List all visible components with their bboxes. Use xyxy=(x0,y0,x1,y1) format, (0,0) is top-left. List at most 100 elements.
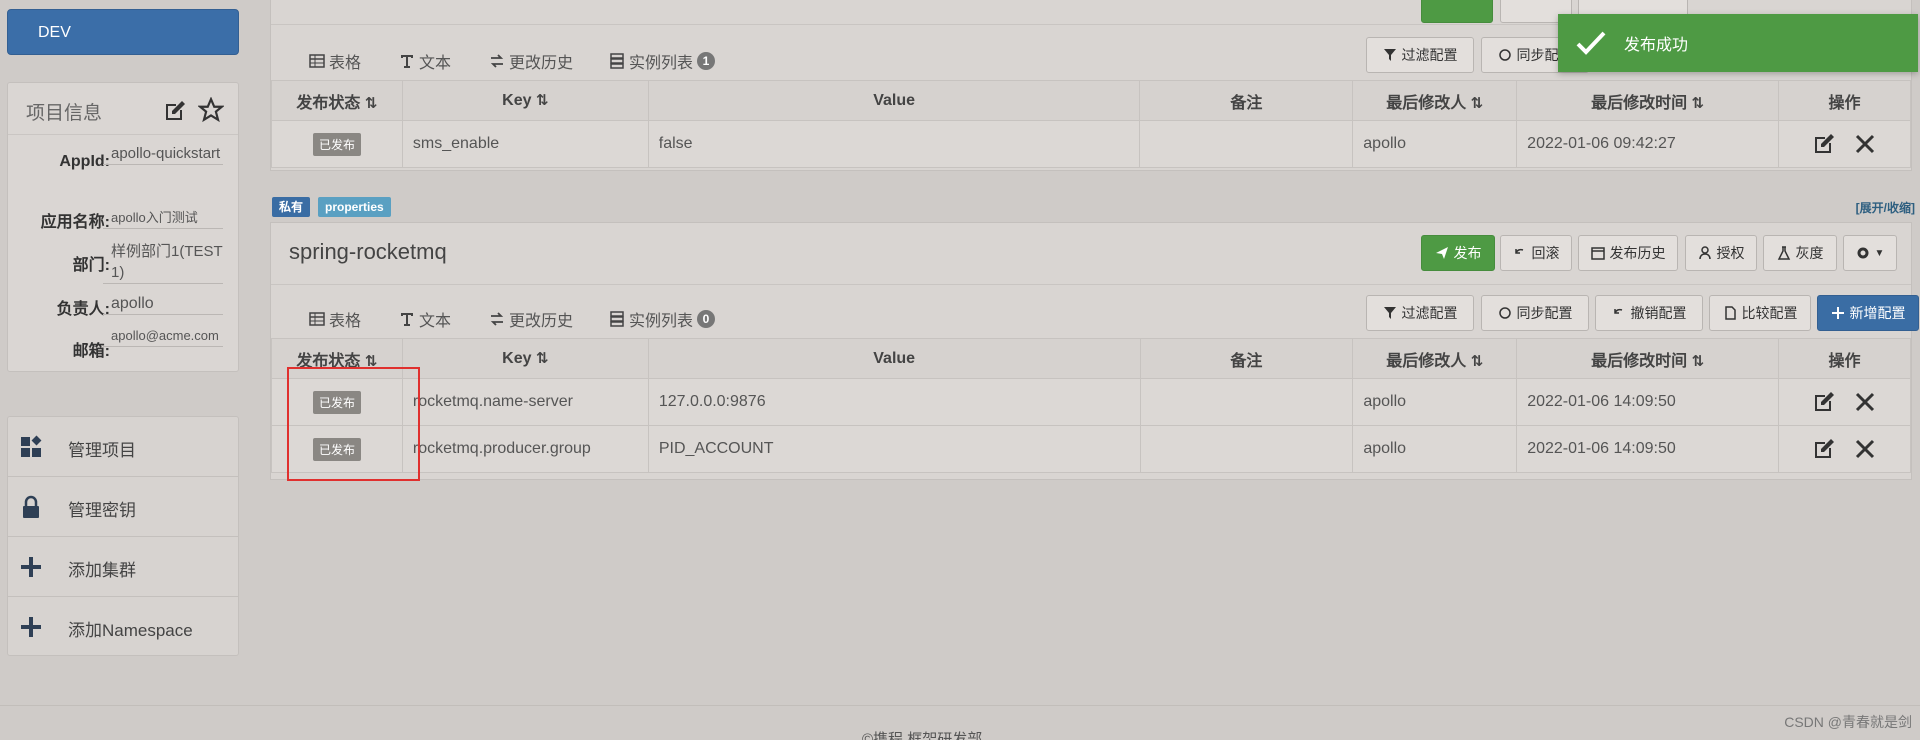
instance-count-badge: 0 xyxy=(697,310,716,328)
gray-release-button[interactable]: 灰度 xyxy=(1763,235,1837,271)
plus-icon xyxy=(21,557,41,577)
table-row: 已发布 rocketmq.name-server 127.0.0.0:9876 … xyxy=(271,378,1911,426)
expand-collapse-link[interactable]: [展开/收缩] xyxy=(1856,199,1915,216)
revoke-config-button[interactable]: 撤销配置 xyxy=(1595,295,1703,331)
email-value: apollo@acme.com xyxy=(103,325,223,347)
column-header-status[interactable]: 发布状态 ⇅ xyxy=(271,80,403,121)
menu-label: 添加Namespace xyxy=(68,621,193,640)
column-header-key[interactable]: Key ⇅ xyxy=(401,338,649,379)
edit-icon[interactable] xyxy=(1812,390,1836,414)
published-badge: 已发布 xyxy=(312,132,361,156)
column-header-value: Value xyxy=(647,338,1141,379)
time-cell: 2022-01-06 14:09:50 xyxy=(1516,425,1780,473)
sort-icon: ⇅ xyxy=(535,350,549,367)
column-header-time[interactable]: 最后修改时间 ⇅ xyxy=(1516,338,1780,379)
format-label: properties xyxy=(318,197,391,217)
time-cell: 2022-01-06 14:09:50 xyxy=(1516,378,1780,426)
project-info-panel: 项目信息 AppId: apollo-quickstart 应用名称: apol… xyxy=(7,82,239,372)
text-icon xyxy=(401,313,413,326)
chevron-down-icon: ▼ xyxy=(1874,247,1885,259)
menu-item-add-namespace[interactable]: 添加Namespace xyxy=(8,597,238,657)
column-header-value: Value xyxy=(647,80,1141,121)
star-icon[interactable] xyxy=(198,97,224,123)
appname-value: apollo入门测试 xyxy=(103,207,223,229)
value-cell: PID_ACCOUNT xyxy=(647,425,1141,473)
column-header-comment: 备注 xyxy=(1139,80,1354,121)
column-header-modifier[interactable]: 最后修改人 ⇅ xyxy=(1352,80,1518,121)
swap-icon xyxy=(490,312,504,326)
config-table: 发布状态 ⇅ Key ⇅ Value 备注 最后修改人 ⇅ 最后修改时间 ⇅ 操… xyxy=(271,338,1911,473)
tab-table[interactable]: 表格 xyxy=(290,49,378,84)
project-info-header: 项目信息 xyxy=(8,83,238,135)
sort-icon: ⇅ xyxy=(1470,94,1484,112)
settings-dropdown-button[interactable]: ▼ xyxy=(1843,235,1897,271)
compare-config-button[interactable]: 比较配置 xyxy=(1709,295,1811,331)
tab-text[interactable]: 文本 xyxy=(399,307,451,331)
edit-icon[interactable] xyxy=(162,99,188,123)
publish-button[interactable]: 发布 xyxy=(1421,235,1495,271)
menu-item-manage-secret[interactable]: 管理密钥 xyxy=(8,477,238,537)
footer-text: ©携程 框架研发部 xyxy=(862,731,983,740)
add-config-button[interactable]: 新增配置 xyxy=(1817,295,1919,331)
table-header-row: 发布状态 ⇅ Key ⇅ Value 备注 最后修改人 ⇅ 最后修改时间 ⇅ 操… xyxy=(271,338,1911,379)
modifier-cell: apollo xyxy=(1352,378,1518,426)
success-toast: 发布成功 xyxy=(1558,14,1918,72)
tab-history[interactable]: 更改历史 xyxy=(489,49,573,73)
tab-label: 更改历史 xyxy=(509,313,574,330)
filter-icon xyxy=(1383,307,1396,319)
button-label: 授权 xyxy=(1716,245,1745,261)
column-header-comment: 备注 xyxy=(1139,338,1354,379)
column-header-modifier[interactable]: 最后修改人 ⇅ xyxy=(1352,338,1518,379)
value-cell: false xyxy=(647,120,1141,168)
sync-icon xyxy=(1498,49,1511,61)
env-button[interactable]: DEV xyxy=(7,9,239,55)
delete-icon[interactable] xyxy=(1853,132,1877,156)
release-history-button[interactable]: 发布历史 xyxy=(1578,235,1678,271)
edit-icon[interactable] xyxy=(1812,132,1836,156)
filter-icon xyxy=(1383,49,1396,61)
delete-icon[interactable] xyxy=(1853,437,1877,461)
publish-button[interactable] xyxy=(1421,0,1493,23)
send-icon xyxy=(1435,247,1448,259)
owner-label: 负责人: xyxy=(56,301,110,318)
tab-label: 文本 xyxy=(419,55,452,72)
filter-config-button[interactable]: 过滤配置 xyxy=(1366,295,1474,331)
tab-instances[interactable]: 实例列表 1 xyxy=(609,49,716,73)
button-label: 发布 xyxy=(1453,245,1482,261)
tab-text[interactable]: 文本 xyxy=(399,49,451,73)
sync-config-button[interactable]: 同步配置 xyxy=(1481,295,1589,331)
sync-icon xyxy=(1498,307,1511,319)
lock-icon xyxy=(23,495,39,518)
menu-label: 添加集群 xyxy=(68,561,136,580)
tab-label: 实例列表 xyxy=(629,313,694,330)
status-cell: 已发布 xyxy=(271,120,403,168)
column-header-time[interactable]: 最后修改时间 ⇅ xyxy=(1516,80,1780,121)
button-label: 撤销配置 xyxy=(1630,305,1687,321)
menu-item-add-cluster[interactable]: 添加集群 xyxy=(8,537,238,597)
swap-icon xyxy=(490,54,504,68)
key-cell: sms_enable xyxy=(401,120,649,168)
button-label: 过滤配置 xyxy=(1401,305,1458,321)
grid-icon xyxy=(21,435,42,457)
button-label: 回滚 xyxy=(1531,245,1560,261)
tab-table[interactable]: 表格 xyxy=(290,307,378,342)
delete-icon[interactable] xyxy=(1853,390,1877,414)
sidebar-menu: 管理项目 管理密钥 添加集群 添加Namespace xyxy=(7,416,239,656)
filter-config-button[interactable]: 过滤配置 xyxy=(1366,37,1474,73)
edit-icon[interactable] xyxy=(1812,437,1836,461)
column-header-key[interactable]: Key ⇅ xyxy=(401,80,649,121)
rollback-button[interactable]: 回滚 xyxy=(1500,235,1572,271)
authorize-button[interactable]: 授权 xyxy=(1685,235,1757,271)
button-label: 比较配置 xyxy=(1741,305,1798,321)
instance-count-badge: 1 xyxy=(697,52,716,70)
highlight-box xyxy=(287,367,420,481)
table-header-row: 发布状态 ⇅ Key ⇅ Value 备注 最后修改人 ⇅ 最后修改时间 ⇅ 操… xyxy=(271,80,1911,121)
menu-item-manage-project[interactable]: 管理项目 xyxy=(8,417,238,477)
tab-history[interactable]: 更改历史 xyxy=(489,307,573,331)
comment-cell xyxy=(1139,378,1354,426)
tab-instances[interactable]: 实例列表 0 xyxy=(609,307,716,331)
key-cell: rocketmq.name-server xyxy=(401,378,649,426)
comment-cell xyxy=(1139,425,1354,473)
ops-cell xyxy=(1778,425,1911,473)
gear-icon xyxy=(1857,247,1869,259)
